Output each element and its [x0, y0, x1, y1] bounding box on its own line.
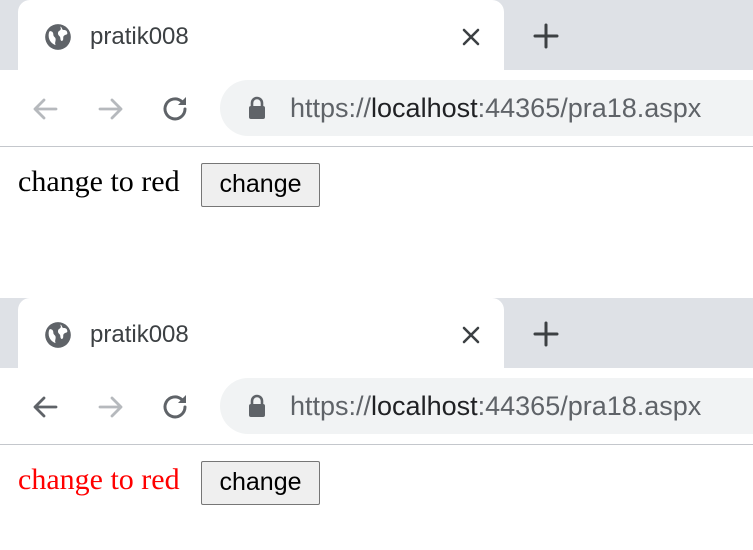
- back-arrow-icon[interactable]: [28, 92, 62, 126]
- url-path: :44365/pra18.aspx: [477, 391, 702, 421]
- forward-arrow-icon[interactable]: [94, 390, 128, 424]
- forward-arrow-icon[interactable]: [94, 92, 128, 126]
- plus-icon[interactable]: [530, 20, 562, 52]
- change-button[interactable]: change: [201, 461, 320, 505]
- browser-toolbar: https://localhost:44365/pra18.aspx: [0, 70, 753, 147]
- browser-tab[interactable]: pratik008: [18, 0, 504, 70]
- plus-icon[interactable]: [530, 318, 562, 350]
- address-bar[interactable]: https://localhost:44365/pra18.aspx: [220, 378, 753, 434]
- url-host: localhost: [371, 93, 478, 123]
- url-text[interactable]: https://localhost:44365/pra18.aspx: [290, 91, 701, 125]
- tab-title: pratik008: [90, 23, 189, 50]
- change-button[interactable]: change: [201, 163, 320, 207]
- reload-icon[interactable]: [158, 92, 192, 126]
- url-scheme: https://: [290, 391, 372, 421]
- browser-toolbar: https://localhost:44365/pra18.aspx: [0, 368, 753, 445]
- page-content: change to red change: [0, 148, 753, 248]
- lock-icon[interactable]: [246, 96, 268, 120]
- url-host: localhost: [371, 391, 478, 421]
- reload-icon[interactable]: [158, 390, 192, 424]
- globe-icon: [45, 322, 71, 348]
- url-text[interactable]: https://localhost:44365/pra18.aspx: [290, 389, 701, 423]
- tab-strip: pratik008: [0, 0, 753, 70]
- browser-window-before: pratik008 https://localhost:44365/pra18.…: [0, 0, 753, 250]
- tab-title: pratik008: [90, 321, 189, 348]
- lock-icon[interactable]: [246, 394, 268, 418]
- change-label: change to red: [18, 165, 180, 198]
- page-content: change to red change: [0, 446, 753, 546]
- browser-tab[interactable]: pratik008: [18, 298, 504, 368]
- browser-window-after: pratik008 https://localhost:44365/pra18.…: [0, 298, 753, 548]
- globe-icon: [45, 24, 71, 50]
- url-scheme: https://: [290, 93, 372, 123]
- tab-strip: pratik008: [0, 298, 753, 368]
- url-path: :44365/pra18.aspx: [477, 93, 702, 123]
- back-arrow-icon[interactable]: [28, 390, 62, 424]
- change-label: change to red: [18, 463, 180, 496]
- close-icon[interactable]: [456, 22, 486, 52]
- address-bar[interactable]: https://localhost:44365/pra18.aspx: [220, 80, 753, 136]
- close-icon[interactable]: [456, 320, 486, 350]
